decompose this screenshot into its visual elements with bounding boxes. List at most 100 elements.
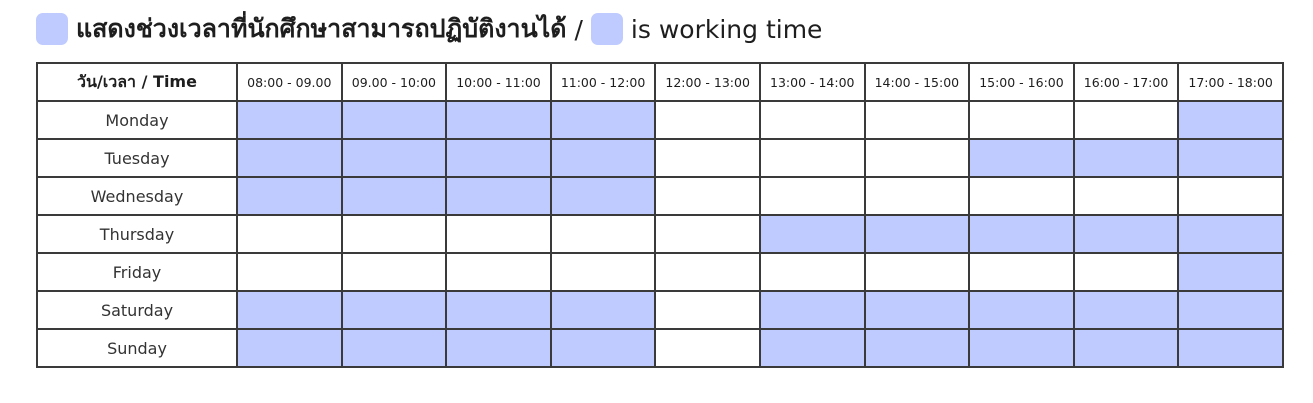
working-time-cell (549, 328, 657, 368)
free-time-cell (1072, 176, 1180, 216)
working-time-cell (758, 290, 866, 330)
day-label: Saturday (36, 290, 238, 330)
working-time-cell (549, 290, 657, 330)
working-time-cell (1177, 328, 1284, 368)
free-time-cell (654, 290, 761, 330)
time-slot-header: 09.00 - 10:00 (340, 62, 448, 102)
free-time-cell (758, 100, 866, 140)
free-time-cell (863, 176, 971, 216)
corner-header: วัน/เวลา / Time (36, 62, 238, 102)
working-time-cell (1072, 138, 1180, 178)
free-time-cell (445, 252, 552, 292)
working-time-cell (1177, 100, 1284, 140)
working-time-cell (968, 290, 1075, 330)
working-time-cell (445, 138, 552, 178)
free-time-cell (549, 214, 657, 254)
day-label: Sunday (36, 328, 238, 368)
table-row: Tuesday (36, 138, 1284, 178)
working-time-cell (340, 290, 448, 330)
working-time-cell (340, 176, 448, 216)
working-time-swatch (36, 13, 68, 45)
day-label: Wednesday (36, 176, 238, 216)
working-time-cell (236, 100, 343, 140)
table-row: Friday (36, 252, 1284, 292)
working-time-cell (863, 214, 971, 254)
working-time-cell (549, 100, 657, 140)
schedule-table: วัน/เวลา / Time 08:00 - 09.00 09.00 - 10:… (36, 62, 1284, 368)
working-time-cell (1072, 328, 1180, 368)
time-slot-header: 14:00 - 15:00 (863, 62, 971, 102)
day-label: Thursday (36, 214, 238, 254)
working-time-cell (758, 214, 866, 254)
table-row: Wednesday (36, 176, 1284, 216)
working-time-cell (549, 138, 657, 178)
free-time-cell (340, 252, 448, 292)
working-time-cell (236, 138, 343, 178)
legend-thai-text: แสดงช่วงเวลาที่นักศึกษาสามารถปฏิบัติงานไ… (76, 14, 567, 43)
free-time-cell (236, 214, 343, 254)
working-time-cell (968, 214, 1075, 254)
working-time-cell (968, 138, 1075, 178)
free-time-cell (654, 176, 761, 216)
time-slot-header: 12:00 - 13:00 (654, 62, 761, 102)
free-time-cell (549, 252, 657, 292)
time-slot-header: 16:00 - 17:00 (1072, 62, 1180, 102)
working-time-cell (1072, 214, 1180, 254)
day-label: Friday (36, 252, 238, 292)
working-time-cell (968, 328, 1075, 368)
day-label: Monday (36, 100, 238, 140)
free-time-cell (340, 214, 448, 254)
working-time-cell (445, 328, 552, 368)
working-time-cell (445, 100, 552, 140)
working-time-cell (758, 328, 866, 368)
working-time-cell (236, 290, 343, 330)
working-time-cell (863, 328, 971, 368)
time-slot-header: 10:00 - 11:00 (445, 62, 552, 102)
working-time-cell (445, 290, 552, 330)
free-time-cell (654, 138, 761, 178)
working-time-cell (1177, 290, 1284, 330)
table-row: Saturday (36, 290, 1284, 330)
legend-english-text: is working time (630, 14, 823, 44)
working-time-cell (549, 176, 657, 216)
free-time-cell (654, 328, 761, 368)
working-time-cell (236, 328, 343, 368)
free-time-cell (863, 138, 971, 178)
time-slot-header: 17:00 - 18:00 (1177, 62, 1284, 102)
time-slot-header: 13:00 - 14:00 (758, 62, 866, 102)
free-time-cell (654, 100, 761, 140)
working-time-swatch-2 (590, 13, 623, 45)
working-time-cell (236, 176, 343, 216)
table-body: Monday Tuesday Wednesday Thursday Friday Satu… (36, 100, 1284, 368)
day-label: Tuesday (36, 138, 238, 178)
working-time-cell (340, 328, 448, 368)
working-time-cell (340, 138, 448, 178)
free-time-cell (236, 252, 343, 292)
free-time-cell (445, 214, 552, 254)
working-time-cell (445, 176, 552, 216)
working-time-cell (340, 100, 448, 140)
free-time-cell (1072, 252, 1180, 292)
legend: แสดงช่วงเวลาที่นักศึกษาสามารถปฏิบัติงานไ… (36, 10, 822, 48)
time-slot-header: 08:00 - 09.00 (236, 62, 343, 102)
working-time-cell (863, 290, 971, 330)
working-time-cell (1177, 214, 1284, 254)
free-time-cell (863, 252, 971, 292)
table-row: Monday (36, 100, 1284, 140)
free-time-cell (1177, 176, 1284, 216)
free-time-cell (654, 214, 761, 254)
free-time-cell (863, 100, 971, 140)
header-row: วัน/เวลา / Time 08:00 - 09.00 09.00 - 10:… (36, 62, 1284, 102)
table-row: Sunday (36, 328, 1284, 368)
free-time-cell (968, 100, 1075, 140)
time-slot-header: 15:00 - 16:00 (968, 62, 1075, 102)
free-time-cell (968, 252, 1075, 292)
free-time-cell (968, 176, 1075, 216)
legend-separator: / (574, 14, 583, 44)
working-time-cell (1177, 252, 1284, 292)
working-time-cell (1177, 138, 1284, 178)
table-header: วัน/เวลา / Time 08:00 - 09.00 09.00 - 10:… (36, 62, 1284, 102)
time-slot-header: 11:00 - 12:00 (549, 62, 657, 102)
free-time-cell (758, 138, 866, 178)
working-time-cell (1072, 290, 1180, 330)
